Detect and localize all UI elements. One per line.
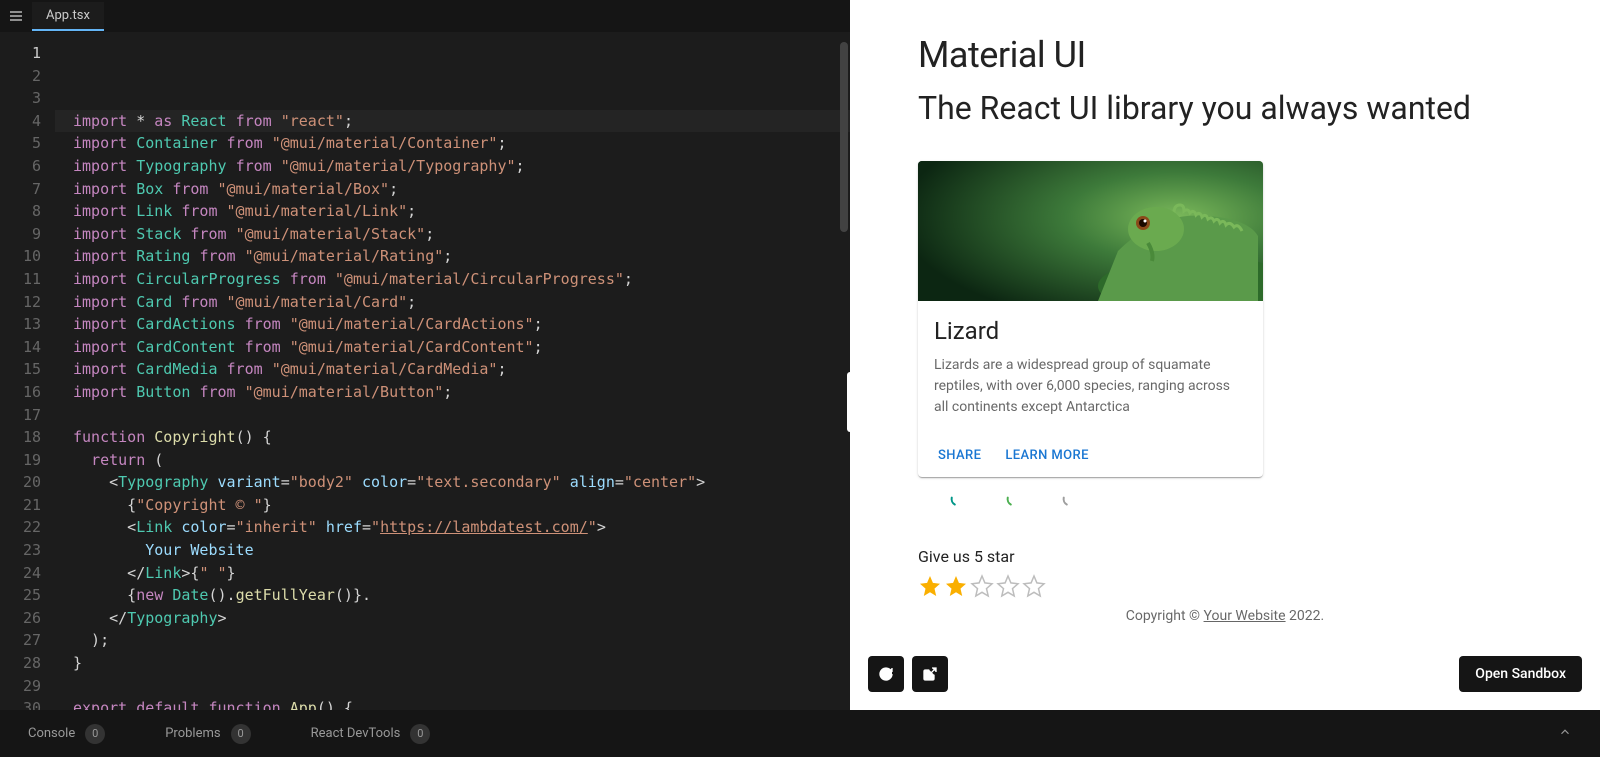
line-number: 26	[0, 607, 41, 630]
line-number: 25	[0, 584, 41, 607]
count-badge: 0	[231, 724, 251, 744]
line-number: 17	[0, 404, 41, 427]
copyright-text: Copyright © Your Website 2022.	[850, 608, 1600, 624]
code-line[interactable]: import CardActions from "@mui/material/C…	[55, 313, 850, 336]
code-line[interactable]: import Box from "@mui/material/Box";	[55, 178, 850, 201]
line-number: 24	[0, 562, 41, 585]
line-gutter: 1234567891011121314151617181920212223242…	[0, 32, 55, 710]
line-number: 21	[0, 494, 41, 517]
line-number: 28	[0, 652, 41, 675]
file-tab[interactable]: App.tsx	[32, 2, 104, 31]
line-number: 19	[0, 449, 41, 472]
bottom-tab-console[interactable]: Console 0	[28, 724, 105, 744]
open-external-icon[interactable]	[912, 656, 948, 692]
circular-progress	[1062, 491, 1078, 507]
code-line[interactable]: );	[55, 629, 850, 652]
code-line[interactable]: }	[55, 652, 850, 675]
bottom-tab-label: Problems	[165, 726, 220, 741]
code-line[interactable]	[55, 675, 850, 698]
line-number: 10	[0, 245, 41, 268]
star-empty-icon[interactable]	[970, 574, 994, 598]
refresh-icon[interactable]	[868, 656, 904, 692]
code-editor[interactable]: 1234567891011121314151617181920212223242…	[0, 32, 850, 710]
card-media-image	[918, 161, 1263, 301]
code-line[interactable]: Your Website	[55, 539, 850, 562]
line-number: 12	[0, 291, 41, 314]
line-number: 13	[0, 313, 41, 336]
open-sandbox-button[interactable]: Open Sandbox	[1459, 656, 1582, 692]
code-line[interactable]: import Container from "@mui/material/Con…	[55, 132, 850, 155]
learn-more-button[interactable]: LEARN MORE	[997, 442, 1096, 469]
count-badge: 0	[410, 724, 430, 744]
star-empty-icon[interactable]	[996, 574, 1020, 598]
code-line[interactable]: import CircularProgress from "@mui/mater…	[55, 268, 850, 291]
rating-stars[interactable]	[918, 574, 1600, 598]
code-line[interactable]: import Button from "@mui/material/Button…	[55, 381, 850, 404]
line-number: 2	[0, 65, 41, 88]
line-number: 7	[0, 178, 41, 201]
line-number: 5	[0, 132, 41, 155]
star-filled-icon[interactable]	[918, 574, 942, 598]
line-number: 18	[0, 426, 41, 449]
bottom-tab-label: React DevTools	[311, 726, 401, 741]
line-number: 1	[0, 42, 41, 65]
card-description: Lizards are a widespread group of squama…	[934, 355, 1247, 418]
circular-progress	[1006, 491, 1022, 507]
line-number: 14	[0, 336, 41, 359]
scrollbar[interactable]	[840, 42, 848, 232]
code-line[interactable]: {new Date().getFullYear()}.	[55, 584, 850, 607]
bottom-panel-tabs: Console 0 Problems 0 React DevTools 0	[0, 710, 1600, 757]
preview-title: Material UI	[918, 34, 1600, 76]
line-number: 22	[0, 516, 41, 539]
code-line[interactable]: <Typography variant="body2" color="text.…	[55, 471, 850, 494]
star-empty-icon[interactable]	[1022, 574, 1046, 598]
code-line[interactable]: import CardMedia from "@mui/material/Car…	[55, 358, 850, 381]
code-line[interactable]: import Typography from "@mui/material/Ty…	[55, 155, 850, 178]
circular-progress	[950, 491, 966, 507]
line-number: 16	[0, 381, 41, 404]
line-number: 11	[0, 268, 41, 291]
code-line[interactable]: {"Copyright © "}	[55, 494, 850, 517]
code-line[interactable]: import Link from "@mui/material/Link";	[55, 200, 850, 223]
copyright-link[interactable]: Your Website	[1204, 608, 1286, 624]
rating-label: Give us 5 star	[918, 547, 1600, 566]
code-line[interactable]: import Card from "@mui/material/Card";	[55, 291, 850, 314]
code-line[interactable]: export default function App() {	[55, 697, 850, 710]
code-line[interactable]: return (	[55, 449, 850, 472]
code-line[interactable]	[55, 404, 850, 427]
line-number: 29	[0, 675, 41, 698]
code-line[interactable]: import Stack from "@mui/material/Stack";	[55, 223, 850, 246]
line-number: 4	[0, 110, 41, 133]
code-line[interactable]: import Rating from "@mui/material/Rating…	[55, 245, 850, 268]
star-filled-icon[interactable]	[944, 574, 968, 598]
line-number: 3	[0, 87, 41, 110]
count-badge: 0	[85, 724, 105, 744]
bottom-tab-react-devtools[interactable]: React DevTools 0	[311, 724, 431, 744]
code-line[interactable]: </Link>{" "}	[55, 562, 850, 585]
code-line[interactable]: function Copyright() {	[55, 426, 850, 449]
preview-subtitle: The React UI library you always wanted	[918, 86, 1518, 131]
code-line[interactable]: import CardContent from "@mui/material/C…	[55, 336, 850, 359]
menu-icon[interactable]	[0, 8, 32, 24]
code-line[interactable]: </Typography>	[55, 607, 850, 630]
line-number: 15	[0, 358, 41, 381]
bottom-tab-label: Console	[28, 726, 75, 741]
line-number: 8	[0, 200, 41, 223]
code-line[interactable]: import * as React from "react";	[55, 110, 850, 133]
line-number: 23	[0, 539, 41, 562]
line-number: 27	[0, 629, 41, 652]
code-line[interactable]: <Link color="inherit" href="https://lamb…	[55, 516, 850, 539]
card-title: Lizard	[934, 317, 1247, 345]
line-number: 9	[0, 223, 41, 246]
share-button[interactable]: SHARE	[930, 442, 989, 469]
line-number: 6	[0, 155, 41, 178]
mui-card: Lizard Lizards are a widespread group of…	[918, 161, 1263, 477]
bottom-tab-problems[interactable]: Problems 0	[165, 724, 250, 744]
line-number: 20	[0, 471, 41, 494]
chevron-up-icon[interactable]	[1558, 725, 1572, 743]
line-number: 30	[0, 697, 41, 710]
